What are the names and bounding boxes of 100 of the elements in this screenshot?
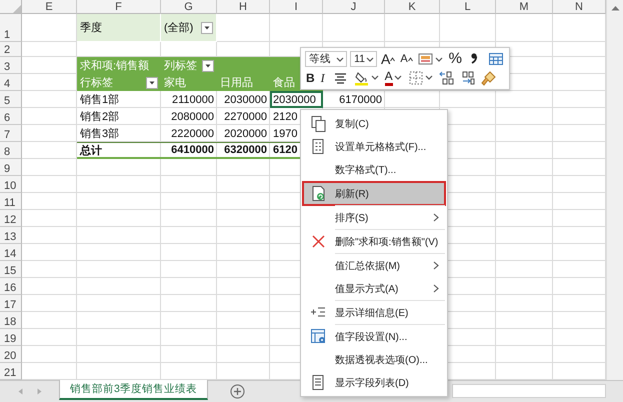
column-header[interactable]: G [161, 0, 217, 14]
increase-decimal-button[interactable] [438, 70, 456, 86]
row-header[interactable]: 17 [0, 295, 22, 312]
column-header[interactable]: E [22, 0, 77, 14]
cell-style-icon [418, 51, 434, 68]
format-cells-icon [310, 138, 326, 155]
filter-dropdown-button[interactable] [146, 76, 158, 88]
row-header[interactable]: 1 [0, 14, 22, 42]
row-header[interactable]: 15 [0, 261, 22, 278]
menu-item[interactable]: 值字段设置(N)... [303, 325, 445, 348]
row-header[interactable]: 14 [0, 244, 22, 261]
chevron-right-icon [433, 284, 439, 293]
cell-style-button[interactable] [416, 51, 445, 68]
caret-up-icon [390, 56, 396, 62]
table-cell-text: 2120 [272, 110, 298, 124]
table-format-button[interactable] [487, 51, 505, 68]
row-header[interactable]: 13 [0, 227, 22, 244]
category-header: 家电 [161, 74, 217, 91]
delete-icon [310, 233, 326, 250]
field-settings-icon [310, 328, 326, 345]
row-header[interactable]: 5 [0, 91, 22, 108]
table-cell-text: 2030000 [223, 92, 268, 108]
table-cell-text: 6170000 [338, 92, 383, 108]
filter-dropdown-button[interactable] [201, 22, 213, 34]
row-header[interactable]: 20 [0, 346, 22, 363]
filter-label: 季度 [77, 14, 161, 42]
caret-icon [370, 73, 380, 82]
column-header[interactable]: M [496, 0, 553, 14]
caret-icon [204, 62, 212, 70]
scroll-up-icon[interactable] [610, 5, 620, 11]
borders-button[interactable] [406, 70, 435, 86]
chevron-right-icon [433, 261, 439, 270]
category-header: 日用品 [217, 74, 270, 91]
table-cell-text: 2220000 [170, 126, 215, 142]
menu-item[interactable]: 排序(S) [303, 206, 445, 229]
column-header[interactable]: J [323, 0, 385, 14]
row-header[interactable]: 12 [0, 210, 22, 227]
row-header[interactable]: 7 [0, 125, 22, 142]
menu-item[interactable]: 刷新(R) [303, 182, 445, 205]
horizontal-scrollbar[interactable] [452, 384, 606, 398]
menu-item[interactable]: 复制(C) [303, 112, 445, 135]
column-header[interactable]: I [270, 0, 323, 14]
row-header[interactable]: 19 [0, 329, 22, 346]
shrink-font-button[interactable]: A [399, 51, 414, 68]
menu-item[interactable]: 数字格式(T)... [303, 158, 445, 181]
row-header[interactable]: 6 [0, 108, 22, 125]
chevron-right-icon [433, 213, 439, 222]
copy-icon [310, 115, 326, 132]
table-cell: 6410000 [161, 142, 217, 159]
format-painter-button[interactable] [480, 70, 498, 86]
refresh-sheet-icon [310, 185, 326, 202]
font-color-button[interactable]: A [384, 70, 404, 86]
column-header[interactable]: H [217, 0, 270, 14]
fill-color-button[interactable] [352, 70, 381, 86]
menu-item[interactable]: 值汇总依据(M) [303, 254, 445, 277]
row-header[interactable]: 11 [0, 193, 22, 210]
column-header[interactable]: F [77, 0, 161, 14]
menu-item[interactable]: 显示详细信息(E) [303, 301, 445, 324]
field-list-icon [310, 374, 326, 391]
menu-item[interactable]: 删除"求和项:销售额"(V) [303, 230, 445, 253]
table-cell-text: 2110000 [170, 92, 215, 108]
font-size-field[interactable]: 11 [350, 51, 377, 68]
menu-item[interactable]: 数据透视表选项(O)... [303, 348, 445, 371]
caret-up-icon [408, 56, 413, 62]
caret-icon [335, 54, 346, 64]
paint-bucket-icon [354, 70, 370, 86]
corner-triangle-icon [11, 3, 21, 13]
border-grid-icon [408, 70, 424, 86]
column-header[interactable]: L [440, 0, 496, 14]
column-header[interactable]: K [385, 0, 440, 14]
row-header[interactable]: 16 [0, 278, 22, 295]
add-sheet-icon[interactable] [230, 384, 245, 399]
row-header[interactable]: 21 [0, 363, 22, 380]
row-label: 销售1部 [79, 92, 120, 108]
column-header[interactable]: N [553, 0, 606, 14]
filter-value: (全部) [164, 20, 194, 35]
table-cell: 2030000 [270, 91, 323, 108]
row-header[interactable]: 4 [0, 74, 22, 91]
table-cell-text: 2080000 [170, 110, 215, 124]
row-header[interactable]: 2 [0, 42, 22, 57]
caret-icon [148, 78, 156, 86]
row-header[interactable]: 10 [0, 176, 22, 193]
caret-icon [203, 24, 211, 32]
sheet-tab[interactable]: 销售部前3季度销售业绩表 [59, 380, 208, 400]
caret-icon [424, 73, 434, 82]
caret-icon [434, 54, 444, 64]
row-header[interactable]: 8 [0, 142, 22, 159]
decimal-arrow-icon [438, 70, 455, 86]
percent-button[interactable]: % [448, 51, 463, 68]
menu-item[interactable]: 值显示方式(A) [303, 277, 445, 300]
total-label: 总计 [77, 142, 161, 159]
filter-dropdown-button[interactable] [202, 60, 214, 72]
grow-font-button[interactable]: A [380, 51, 396, 68]
menu-item[interactable]: 显示字段列表(D) [303, 371, 445, 394]
font-name-field[interactable]: 等线 [305, 51, 348, 68]
row-header[interactable]: 18 [0, 312, 22, 329]
row-header[interactable]: 3 [0, 57, 22, 74]
row-header[interactable]: 9 [0, 159, 22, 176]
vertical-scrollbar[interactable] [606, 0, 623, 380]
table-cell: 6320000 [217, 142, 270, 159]
